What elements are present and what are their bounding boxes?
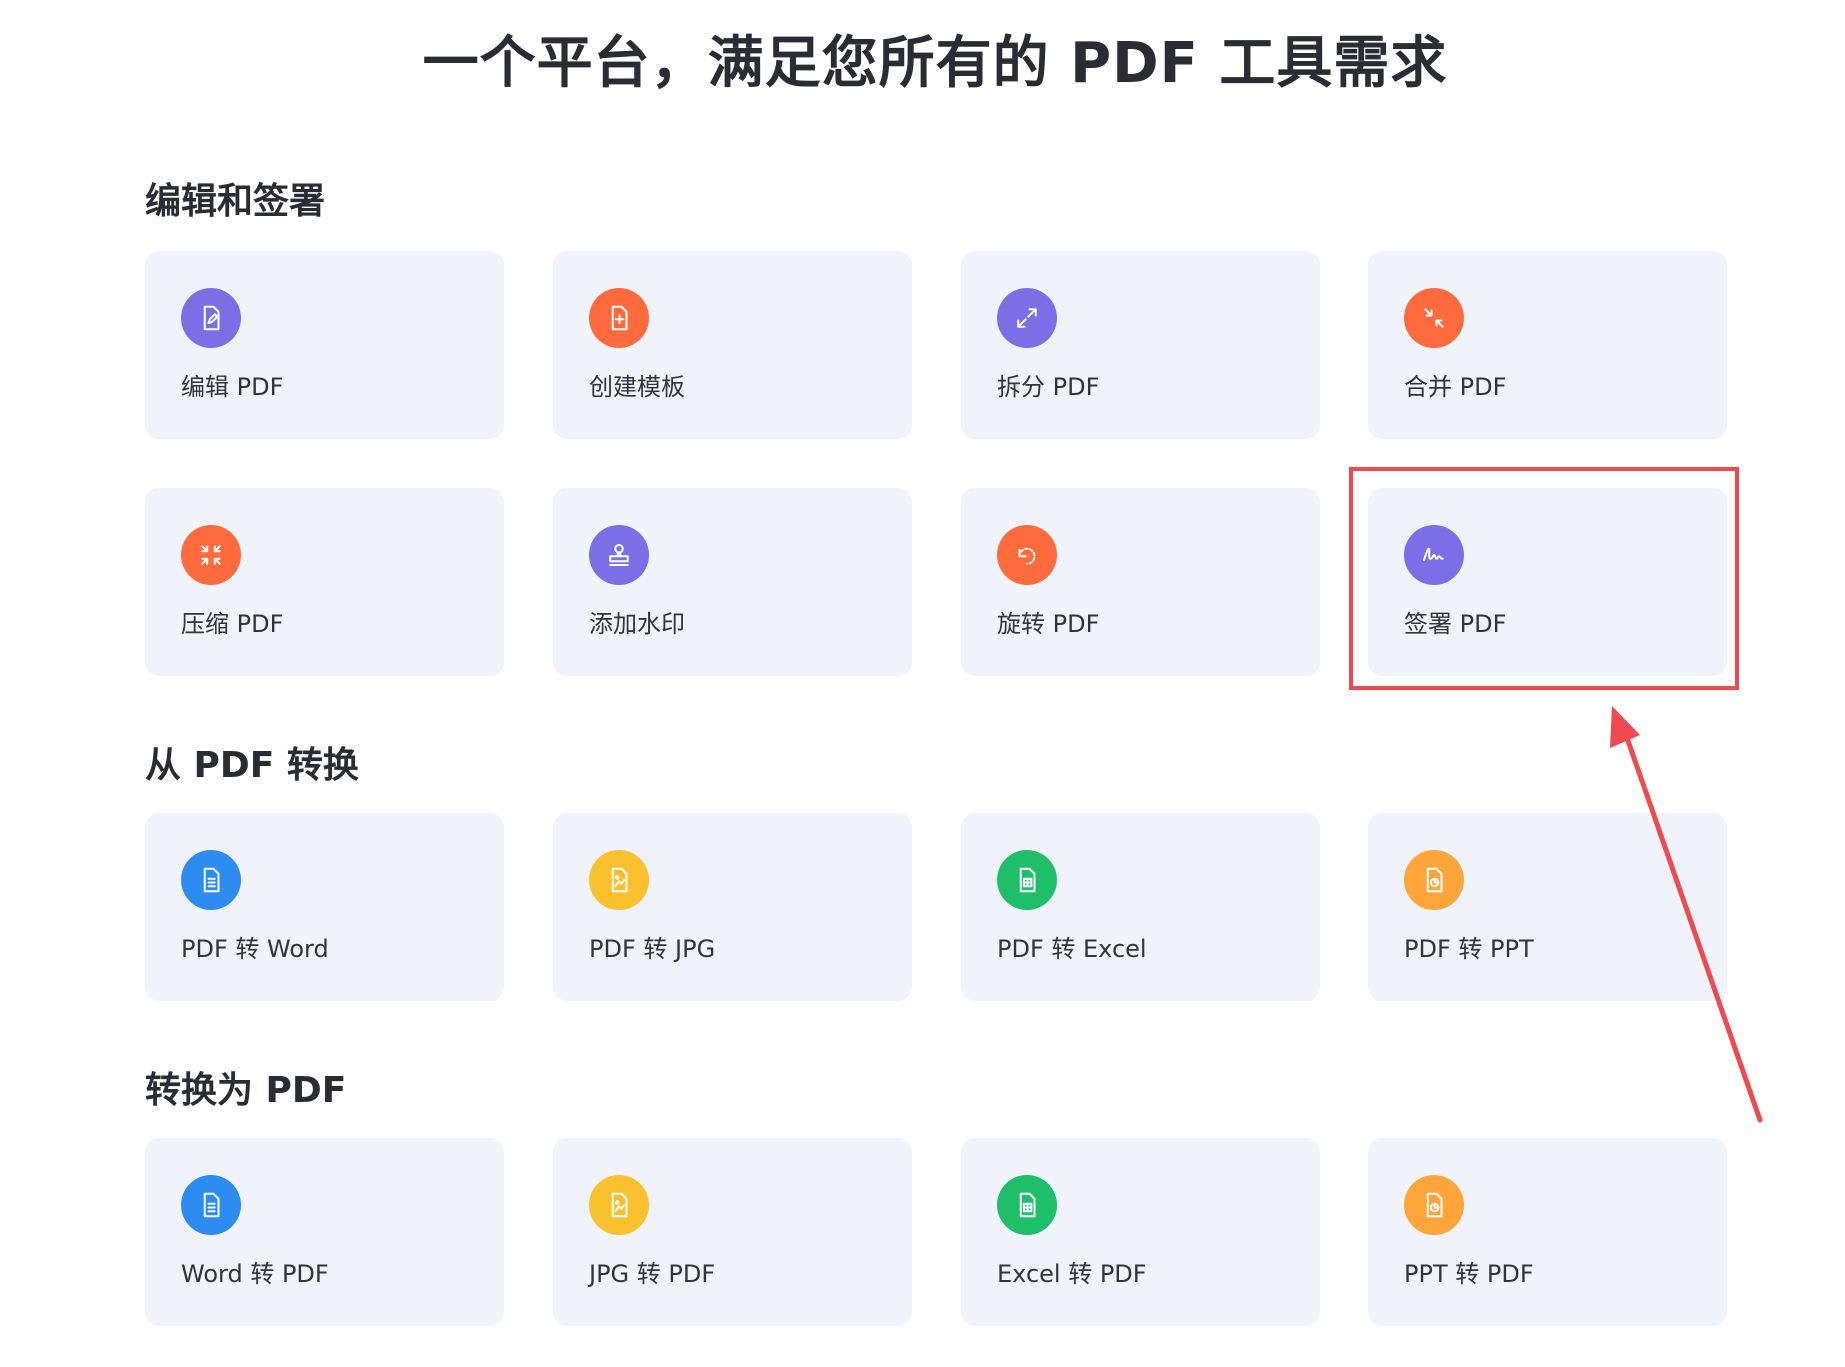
tool-card-label: JPG 转 PDF — [589, 1260, 716, 1288]
tool-card-compress-pdf[interactable]: 压缩 PDF — [145, 488, 504, 676]
spreadsheet-document-icon — [997, 850, 1057, 910]
tool-card-label: 添加水印 — [589, 610, 685, 638]
word-document-icon — [181, 850, 241, 910]
add-document-icon — [589, 288, 649, 348]
stamp-icon — [589, 525, 649, 585]
tools-page: 一个平台，满足您所有的 PDF 工具需求 编辑和签署 编辑 PDF 创建模板 拆… — [0, 0, 1845, 1367]
tool-card-pdf-to-word[interactable]: PDF 转 Word — [145, 813, 504, 1001]
rotate-icon — [997, 525, 1057, 585]
section-title-edit-sign: 编辑和签署 — [145, 181, 326, 222]
tool-card-merge-pdf[interactable]: 合并 PDF — [1368, 251, 1727, 439]
compress-arrows-icon — [181, 525, 241, 585]
tool-card-word-to-pdf[interactable]: Word 转 PDF — [145, 1138, 504, 1326]
tool-card-label: PDF 转 PPT — [1404, 935, 1534, 963]
tool-card-excel-to-pdf[interactable]: Excel 转 PDF — [961, 1138, 1320, 1326]
tool-card-label: 签署 PDF — [1404, 610, 1507, 638]
image-document-icon — [589, 850, 649, 910]
section-title-to-pdf: 转换为 PDF — [145, 1070, 347, 1111]
tool-card-jpg-to-pdf[interactable]: JPG 转 PDF — [553, 1138, 912, 1326]
tool-card-label: Word 转 PDF — [181, 1260, 329, 1288]
edit-document-icon — [181, 288, 241, 348]
tool-card-label: PDF 转 Word — [181, 935, 329, 963]
image-document-icon — [589, 1175, 649, 1235]
tool-card-split-pdf[interactable]: 拆分 PDF — [961, 251, 1320, 439]
tool-card-label: 旋转 PDF — [997, 610, 1100, 638]
signature-icon — [1404, 525, 1464, 585]
tool-card-create-template[interactable]: 创建模板 — [553, 251, 912, 439]
page-title: 一个平台，满足您所有的 PDF 工具需求 — [422, 31, 1448, 96]
tool-card-pdf-to-excel[interactable]: PDF 转 Excel — [961, 813, 1320, 1001]
tool-card-label: 压缩 PDF — [181, 610, 284, 638]
tool-card-pdf-to-ppt[interactable]: PDF 转 PPT — [1368, 813, 1727, 1001]
presentation-document-icon — [1404, 850, 1464, 910]
tool-card-label: PDF 转 JPG — [589, 935, 716, 963]
tool-card-edit-pdf[interactable]: 编辑 PDF — [145, 251, 504, 439]
spreadsheet-document-icon — [997, 1175, 1057, 1235]
tool-card-label: 合并 PDF — [1404, 373, 1507, 401]
expand-arrows-icon — [997, 288, 1057, 348]
tool-card-ppt-to-pdf[interactable]: PPT 转 PDF — [1368, 1138, 1727, 1326]
tool-card-label: 拆分 PDF — [997, 373, 1100, 401]
word-document-icon — [181, 1175, 241, 1235]
tool-card-pdf-to-jpg[interactable]: PDF 转 JPG — [553, 813, 912, 1001]
merge-arrows-icon — [1404, 288, 1464, 348]
tool-card-label: 编辑 PDF — [181, 373, 284, 401]
tool-card-label: PDF 转 Excel — [997, 935, 1147, 963]
section-title-from-pdf: 从 PDF 转换 — [145, 745, 359, 786]
tool-card-label: 创建模板 — [589, 373, 685, 401]
presentation-document-icon — [1404, 1175, 1464, 1235]
tool-card-add-watermark[interactable]: 添加水印 — [553, 488, 912, 676]
tool-card-rotate-pdf[interactable]: 旋转 PDF — [961, 488, 1320, 676]
tool-card-sign-pdf[interactable]: 签署 PDF — [1368, 488, 1727, 676]
tool-card-label: PPT 转 PDF — [1404, 1260, 1534, 1288]
tool-card-label: Excel 转 PDF — [997, 1260, 1147, 1288]
